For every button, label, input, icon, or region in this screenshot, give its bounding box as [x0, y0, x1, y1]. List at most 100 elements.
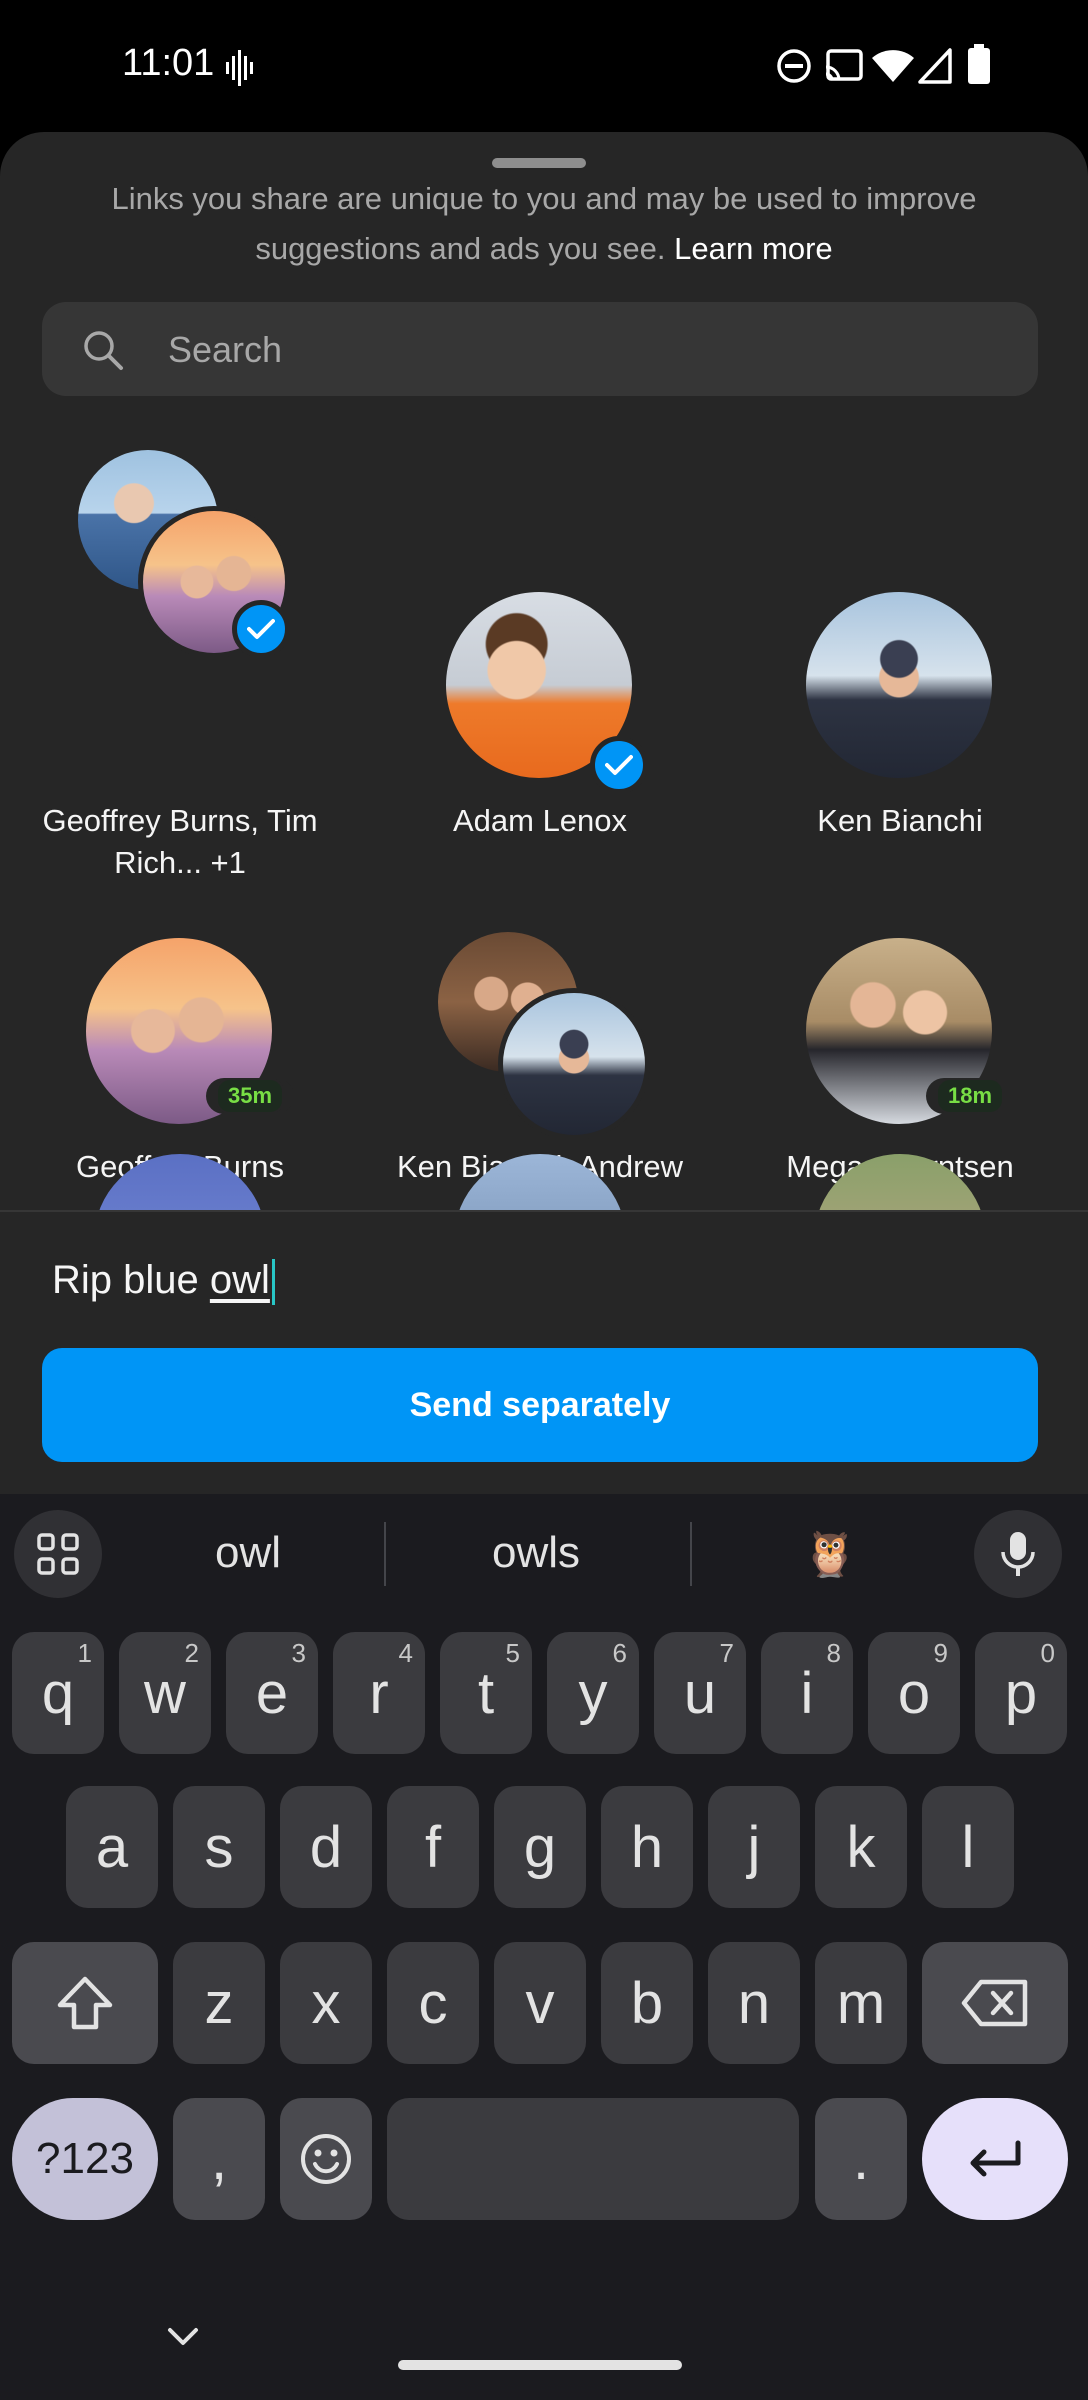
- navigation-bar: [0, 2296, 1088, 2400]
- key-b[interactable]: b: [601, 1942, 693, 2064]
- key-hint: 0: [1040, 1638, 1055, 1668]
- space-key[interactable]: [387, 2098, 799, 2220]
- hide-keyboard-icon[interactable]: [166, 2326, 200, 2348]
- key-hint: 6: [612, 1638, 627, 1668]
- contact-adam-lenox[interactable]: Adam Lenox: [370, 450, 710, 838]
- message-text: Rip blue: [52, 1258, 210, 1302]
- send-separately-button[interactable]: Send separately: [42, 1348, 1038, 1462]
- active-status-badge: 35m: [206, 1078, 295, 1114]
- suggestion-1[interactable]: owl: [168, 1528, 328, 1578]
- key-t[interactable]: t5: [440, 1632, 532, 1754]
- key-k[interactable]: k: [815, 1786, 907, 1908]
- status-time: 11:01: [122, 42, 215, 84]
- suggestion-2[interactable]: owls: [456, 1528, 616, 1578]
- backspace-key[interactable]: [922, 1942, 1068, 2064]
- key-hint: 1: [77, 1638, 92, 1668]
- key-hint: 8: [826, 1638, 841, 1668]
- drag-handle[interactable]: [492, 158, 586, 168]
- key-p[interactable]: p0: [975, 1632, 1067, 1754]
- key-hint: 5: [505, 1638, 520, 1668]
- active-status-badge: 18m: [926, 1078, 1015, 1114]
- battery-icon: [968, 44, 990, 84]
- period-key[interactable]: .: [815, 2098, 907, 2220]
- key-g[interactable]: g: [494, 1786, 586, 1908]
- key-hint: 3: [291, 1638, 306, 1668]
- do-not-disturb-icon: [777, 49, 811, 83]
- key-h[interactable]: h: [601, 1786, 693, 1908]
- home-indicator[interactable]: [398, 2360, 682, 2370]
- key-a[interactable]: a: [66, 1786, 158, 1908]
- shift-key[interactable]: [12, 1942, 158, 2064]
- key-u[interactable]: u7: [654, 1632, 746, 1754]
- search-bar[interactable]: Search: [42, 302, 1038, 396]
- suggestion-strip: owl owls 🦉: [0, 1494, 1088, 1614]
- selected-check-icon: [590, 736, 648, 794]
- key-label: r: [369, 1660, 389, 1726]
- key-r[interactable]: r4: [333, 1632, 425, 1754]
- microphone-icon: [1001, 1532, 1035, 1576]
- privacy-notice-text: Links you share are unique to you and ma…: [111, 181, 977, 266]
- key-x[interactable]: x: [280, 1942, 372, 2064]
- text-cursor: [271, 1259, 275, 1306]
- soft-keyboard: owl owls 🦉 q1 w2 e3 r4 t5 y6 u7 i8 o9 p0…: [0, 1494, 1088, 2400]
- keyboard-apps-button[interactable]: [14, 1510, 102, 1598]
- key-s[interactable]: s: [173, 1786, 265, 1908]
- avatar-ken-bianchi: [806, 592, 992, 778]
- key-label: u: [683, 1660, 717, 1726]
- key-f[interactable]: f: [387, 1786, 479, 1908]
- symbols-key[interactable]: ?123: [12, 2098, 158, 2220]
- signal-icon: [918, 48, 952, 84]
- key-e[interactable]: e3: [226, 1632, 318, 1754]
- emoji-key[interactable]: [280, 2098, 372, 2220]
- voice-activity-icon: [226, 50, 253, 86]
- contact-geoffrey-tim-group[interactable]: Geoffrey Burns, Tim Rich... +1: [10, 450, 350, 880]
- key-label: e: [255, 1660, 289, 1726]
- key-v[interactable]: v: [494, 1942, 586, 2064]
- selected-check-icon: [232, 600, 290, 658]
- cast-icon: [825, 49, 863, 81]
- key-i[interactable]: i8: [761, 1632, 853, 1754]
- search-icon: [84, 331, 123, 370]
- emoji-icon: [301, 2134, 351, 2184]
- key-m[interactable]: m: [815, 1942, 907, 2064]
- suggestion-divider: [690, 1522, 692, 1586]
- key-label: o: [897, 1660, 931, 1726]
- key-o[interactable]: o9: [868, 1632, 960, 1754]
- voice-input-button[interactable]: [974, 1510, 1062, 1598]
- wifi-icon: [872, 50, 914, 82]
- enter-icon: [970, 2140, 1021, 2177]
- key-y[interactable]: y6: [547, 1632, 639, 1754]
- key-z[interactable]: z: [173, 1942, 265, 2064]
- key-c[interactable]: c: [387, 1942, 479, 2064]
- key-label: q: [41, 1660, 75, 1726]
- key-hint: 7: [719, 1638, 734, 1668]
- privacy-notice: Links you share are unique to you and ma…: [60, 174, 1028, 274]
- composing-word: owl: [209, 1258, 270, 1302]
- key-l[interactable]: l: [922, 1786, 1014, 1908]
- key-j[interactable]: j: [708, 1786, 800, 1908]
- search-input[interactable]: Search: [168, 329, 282, 371]
- key-label: p: [1004, 1660, 1038, 1726]
- key-label: w: [144, 1660, 186, 1726]
- backspace-icon: [961, 1979, 1028, 2027]
- enter-key[interactable]: [922, 2098, 1068, 2220]
- suggestion-emoji-owl[interactable]: 🦉: [770, 1528, 890, 1580]
- contact-ken-andrew-group[interactable]: Ken Bianchi, Andrew Beecher: [370, 796, 710, 1226]
- learn-more-link[interactable]: Learn more: [674, 231, 833, 266]
- contact-geoffrey-burns[interactable]: 35m Geoffrey Burns: [10, 796, 350, 1184]
- contact-megan-berntsen[interactable]: 18m Megan Berntsen: [730, 796, 1070, 1184]
- suggestion-divider: [384, 1522, 386, 1586]
- key-label: t: [477, 1660, 495, 1726]
- key-d[interactable]: d: [280, 1786, 372, 1908]
- key-label: y: [578, 1660, 608, 1726]
- message-input[interactable]: Rip blue owl: [52, 1258, 275, 1306]
- key-label: i: [800, 1660, 814, 1726]
- apps-grid-icon: [37, 1533, 79, 1575]
- shift-icon: [57, 1976, 113, 2030]
- key-q[interactable]: q1: [12, 1632, 104, 1754]
- contact-ken-bianchi[interactable]: Ken Bianchi: [730, 450, 1070, 838]
- comma-key[interactable]: ,: [173, 2098, 265, 2220]
- status-bar: 11:01: [0, 0, 1088, 132]
- key-w[interactable]: w2: [119, 1632, 211, 1754]
- key-n[interactable]: n: [708, 1942, 800, 2064]
